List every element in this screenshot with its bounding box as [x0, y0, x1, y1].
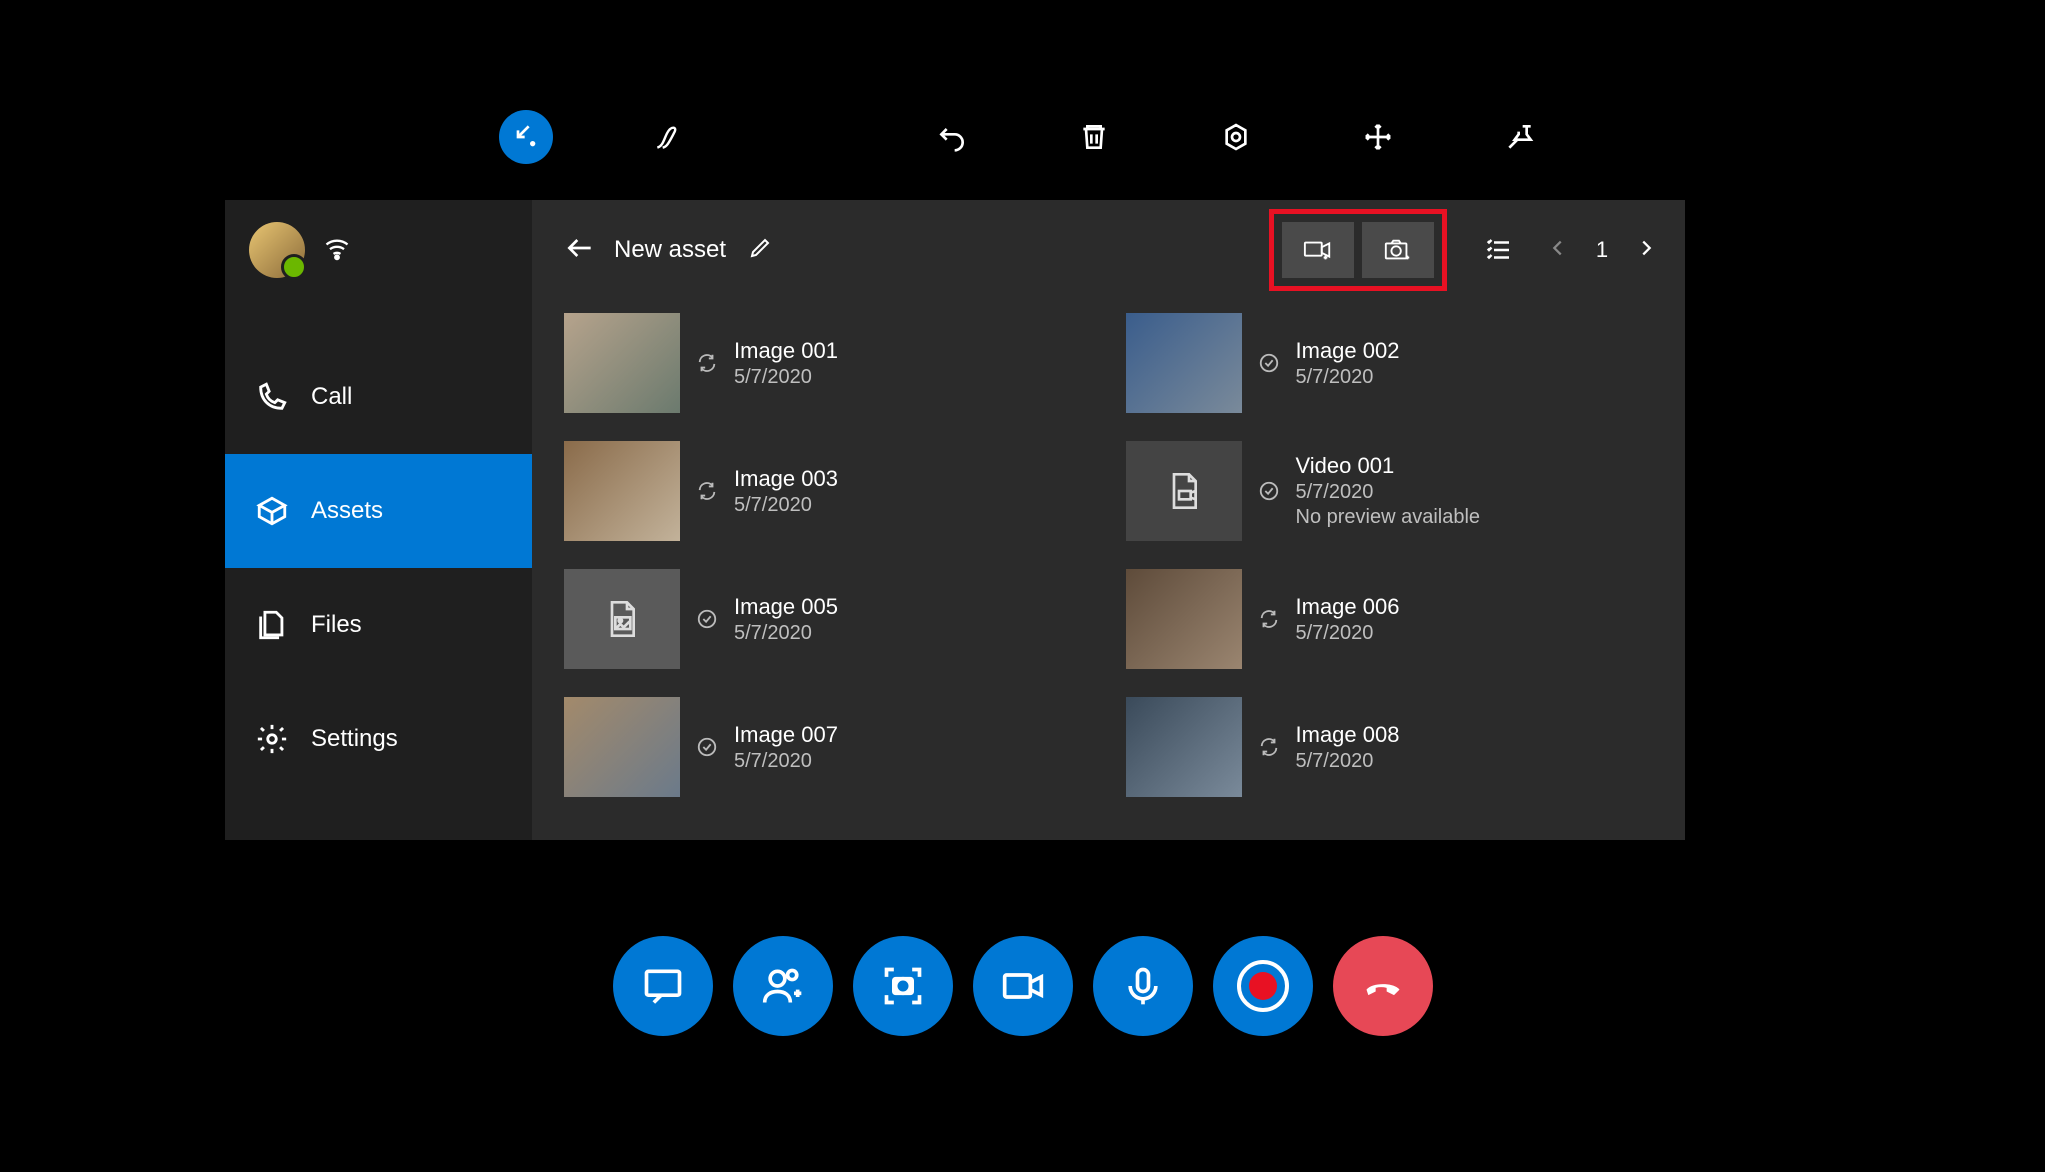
asset-meta: Image 0085/7/2020: [1296, 722, 1400, 773]
capture-buttons-highlight: [1269, 209, 1447, 291]
asset-thumbnail: [564, 313, 680, 413]
asset-thumbnail: [564, 697, 680, 797]
wifi-icon: [323, 234, 351, 267]
edit-title-button[interactable]: [748, 236, 772, 265]
nav-label: Files: [311, 611, 362, 639]
asset-row[interactable]: Image 0055/7/2020: [564, 566, 1096, 672]
asset-row[interactable]: Image 0015/7/2020: [564, 310, 1096, 416]
asset-row[interactable]: Image 0035/7/2020: [564, 438, 1096, 544]
mic-toggle-button[interactable]: [1093, 936, 1193, 1036]
asset-meta: Video 0015/7/2020No preview available: [1296, 453, 1481, 529]
asset-name: Image 008: [1296, 722, 1400, 748]
asset-meta: Image 0065/7/2020: [1296, 594, 1400, 645]
delete-button[interactable]: [1067, 110, 1121, 164]
chat-button[interactable]: [613, 936, 713, 1036]
content-header: New asset 1: [532, 200, 1685, 300]
sidebar: Call Assets Files Settings: [225, 200, 532, 840]
asset-name: Image 006: [1296, 594, 1400, 620]
asset-meta: Image 0055/7/2020: [734, 594, 838, 645]
asset-date: 5/7/2020: [1296, 481, 1481, 504]
asset-date: 5/7/2020: [1296, 750, 1400, 773]
main-panel: Call Assets Files Settings New asset: [225, 200, 1685, 840]
call-control-bar: [0, 936, 2045, 1036]
page-title: New asset: [614, 236, 726, 264]
asset-date: 5/7/2020: [734, 750, 838, 773]
nav-label: Call: [311, 383, 352, 411]
video-toggle-button[interactable]: [973, 936, 1073, 1036]
shape-hexagon-button[interactable]: [1209, 110, 1263, 164]
sidebar-item-settings[interactable]: Settings: [225, 682, 532, 796]
sync-icon: [694, 352, 720, 374]
ink-pen-button[interactable]: [641, 110, 695, 164]
sidebar-item-files[interactable]: Files: [225, 568, 532, 682]
photo-capture-button[interactable]: [1362, 222, 1434, 278]
sync-icon: [1256, 736, 1282, 758]
asset-meta: Image 0035/7/2020: [734, 466, 838, 517]
user-avatar[interactable]: [249, 222, 305, 278]
hangup-button[interactable]: [1333, 936, 1433, 1036]
asset-name: Video 001: [1296, 453, 1481, 479]
check-icon: [1256, 352, 1282, 374]
asset-thumbnail: [564, 569, 680, 669]
sync-icon: [1256, 608, 1282, 630]
asset-date: 5/7/2020: [734, 366, 838, 389]
nav-label: Settings: [311, 725, 398, 753]
sidebar-header: [225, 200, 532, 300]
prev-page-button[interactable]: [1547, 237, 1569, 264]
sidebar-nav: Call Assets Files Settings: [225, 340, 532, 796]
record-button[interactable]: [1213, 936, 1313, 1036]
pin-button[interactable]: [1493, 110, 1547, 164]
add-people-button[interactable]: [733, 936, 833, 1036]
asset-thumbnail: [1126, 441, 1242, 541]
asset-name: Image 003: [734, 466, 838, 492]
asset-date: 5/7/2020: [734, 622, 838, 645]
screenshot-button[interactable]: [853, 936, 953, 1036]
asset-name: Image 002: [1296, 338, 1400, 364]
asset-grid: Image 0015/7/2020Image 0025/7/2020Image …: [532, 300, 1685, 840]
asset-row[interactable]: Image 0065/7/2020: [1126, 566, 1658, 672]
sidebar-item-call[interactable]: Call: [225, 340, 532, 454]
arrows-move-button[interactable]: [1351, 110, 1405, 164]
undo-button[interactable]: [925, 110, 979, 164]
asset-thumbnail: [1126, 313, 1242, 413]
sync-icon: [694, 480, 720, 502]
asset-subtext: No preview available: [1296, 506, 1481, 529]
asset-meta: Image 0025/7/2020: [1296, 338, 1400, 389]
asset-name: Image 001: [734, 338, 838, 364]
asset-date: 5/7/2020: [1296, 622, 1400, 645]
nav-label: Assets: [311, 497, 383, 525]
asset-row[interactable]: Image 0025/7/2020: [1126, 310, 1658, 416]
content-area: New asset 1: [532, 200, 1685, 840]
video-capture-button[interactable]: [1282, 222, 1354, 278]
asset-row[interactable]: Image 0085/7/2020: [1126, 694, 1658, 800]
asset-date: 5/7/2020: [1296, 366, 1400, 389]
checklist-view-button[interactable]: [1481, 235, 1517, 265]
next-page-button[interactable]: [1635, 237, 1657, 264]
back-button[interactable]: [564, 232, 596, 269]
asset-row[interactable]: Image 0075/7/2020: [564, 694, 1096, 800]
check-icon: [694, 608, 720, 630]
asset-name: Image 005: [734, 594, 838, 620]
asset-row[interactable]: Video 0015/7/2020No preview available: [1126, 438, 1658, 544]
pager: 1: [1547, 237, 1657, 264]
asset-thumbnail: [1126, 569, 1242, 669]
arrow-collapse-button[interactable]: [499, 110, 553, 164]
check-icon: [694, 736, 720, 758]
asset-meta: Image 0015/7/2020: [734, 338, 838, 389]
sidebar-item-assets[interactable]: Assets: [225, 454, 532, 568]
asset-name: Image 007: [734, 722, 838, 748]
page-number: 1: [1587, 237, 1617, 263]
stop-record-button[interactable]: [783, 110, 837, 164]
annotation-toolbar: [0, 110, 2045, 164]
check-icon: [1256, 480, 1282, 502]
asset-thumbnail: [564, 441, 680, 541]
asset-meta: Image 0075/7/2020: [734, 722, 838, 773]
asset-date: 5/7/2020: [734, 494, 838, 517]
asset-thumbnail: [1126, 697, 1242, 797]
